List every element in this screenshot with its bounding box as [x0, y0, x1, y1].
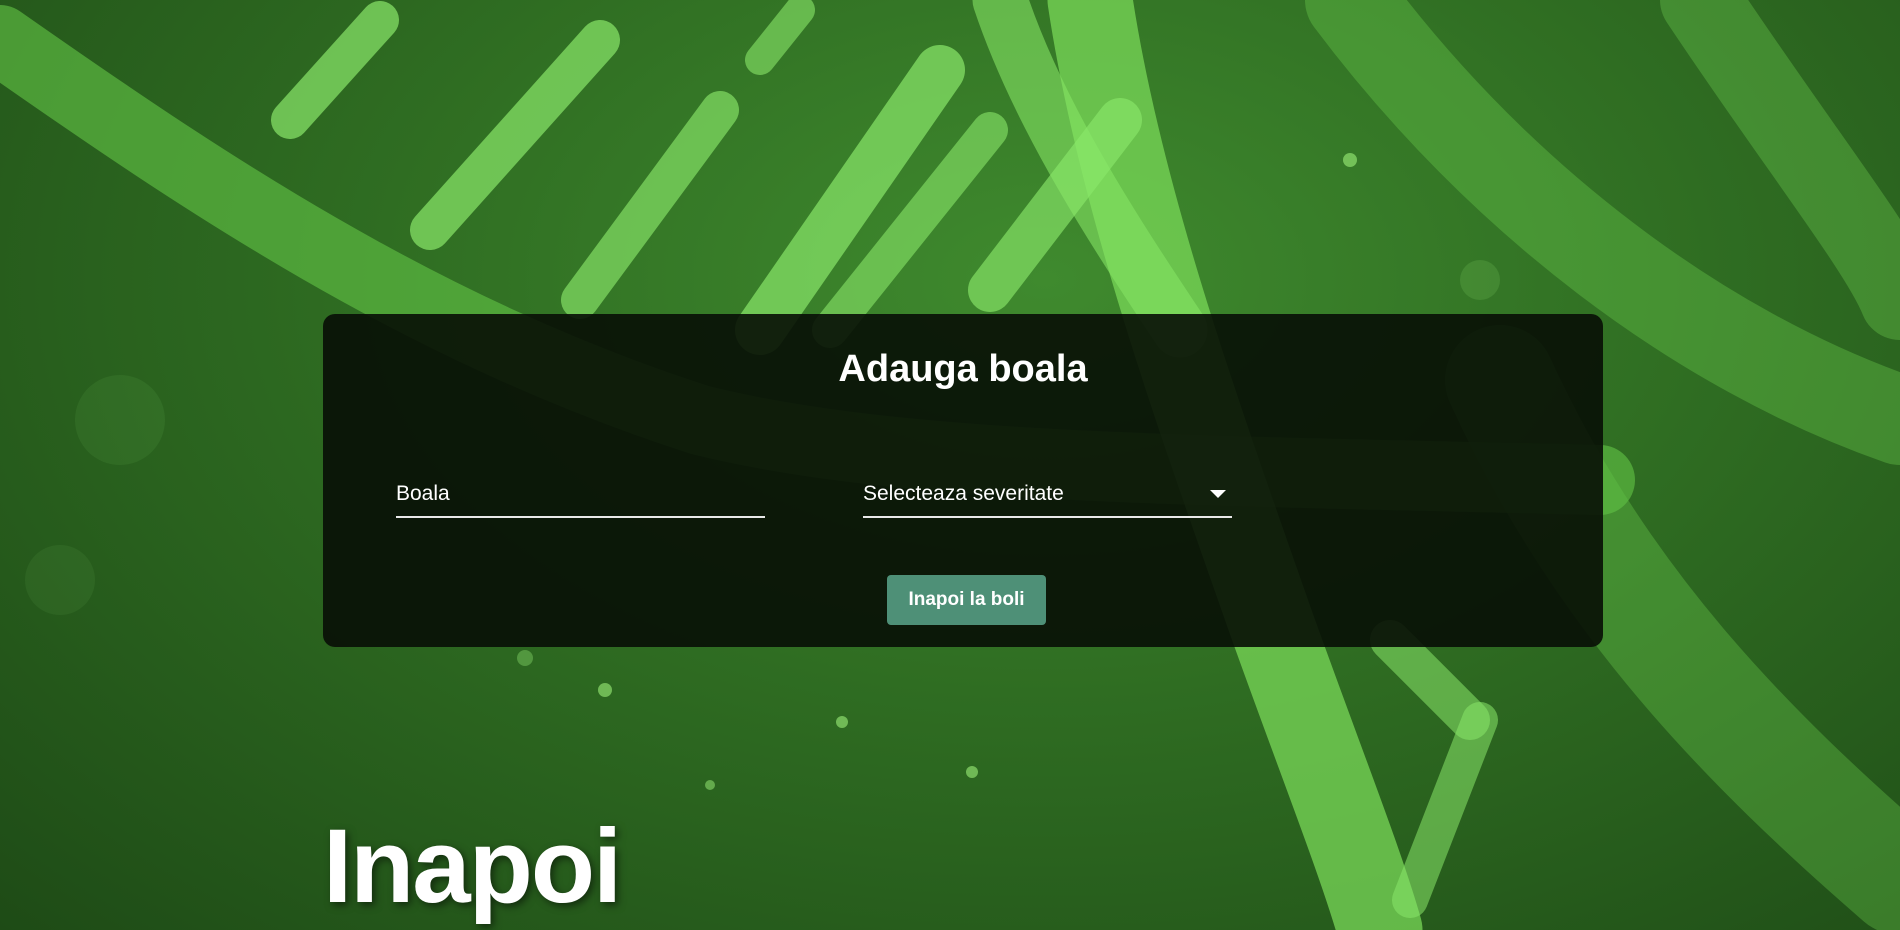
disease-input[interactable]: Boala	[396, 464, 765, 518]
form-title: Adauga boala	[838, 348, 1088, 390]
back-to-diseases-button[interactable]: Inapoi la boli	[887, 575, 1046, 625]
back-link[interactable]: Inapoi	[323, 807, 622, 927]
caret-down-icon	[1210, 490, 1226, 498]
add-disease-card: Adauga boala Boala Selecteaza severitate…	[323, 314, 1603, 647]
page: Adauga boala Boala Selecteaza severitate…	[0, 0, 1900, 930]
disease-input-placeholder: Boala	[396, 482, 450, 505]
severity-select[interactable]: Selecteaza severitate	[863, 464, 1232, 518]
severity-select-value: Selecteaza severitate	[863, 482, 1064, 505]
